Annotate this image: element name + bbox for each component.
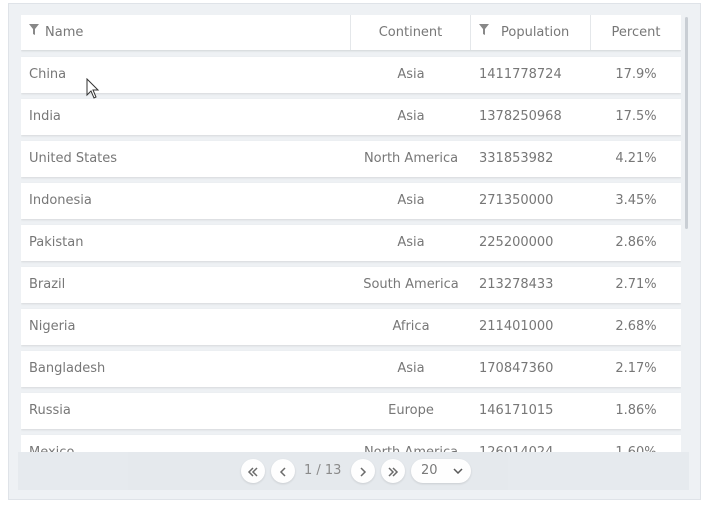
column-header-population[interactable]: Population: [471, 15, 591, 50]
column-header-continent[interactable]: Continent: [351, 15, 471, 50]
cell-population: 170847360: [479, 361, 554, 376]
cell-population: 225200000: [479, 235, 554, 250]
table-row[interactable]: Indonesia Asia 271350000 3.45%: [21, 183, 681, 219]
table-row[interactable]: India Asia 1378250968 17.5%: [21, 99, 681, 135]
table-row[interactable]: United States North America 331853982 4.…: [21, 141, 681, 177]
cell-continent: North America: [351, 435, 471, 452]
table-row[interactable]: Bangladesh Asia 170847360 2.17%: [21, 351, 681, 387]
table-row[interactable]: Pakistan Asia 225200000 2.86%: [21, 225, 681, 261]
cell-name: Russia: [29, 403, 71, 418]
cell-percent: 1.60%: [591, 435, 681, 452]
cell-percent: 2.71%: [615, 277, 657, 292]
cell-continent: Asia: [397, 235, 425, 250]
chevron-right-icon: [359, 462, 367, 481]
cell-continent: Asia: [397, 67, 425, 82]
cell-population: 331853982: [479, 151, 554, 166]
table-row[interactable]: China Asia 1411778724 17.9%: [21, 57, 681, 93]
grid-header: Name Continent Population Percent: [21, 15, 681, 50]
data-grid: Name Continent Population Percent China …: [21, 15, 681, 452]
chevron-left-icon: [279, 462, 287, 481]
filter-icon[interactable]: [29, 15, 39, 49]
cell-name: Pakistan: [29, 235, 84, 250]
cell-percent: 2.17%: [615, 361, 657, 376]
column-header-label: Population: [501, 25, 570, 40]
cell-percent: 2.86%: [615, 235, 657, 250]
cell-name: India: [29, 109, 61, 124]
page-info: 1 / 13: [304, 463, 342, 478]
filter-icon[interactable]: [479, 15, 489, 49]
table-row[interactable]: Brazil South America 213278433 2.71%: [21, 267, 681, 303]
cell-name: China: [29, 67, 67, 82]
cell-population: 271350000: [479, 193, 554, 208]
cell-population: 1411778724: [479, 67, 562, 82]
cell-continent: Europe: [388, 403, 434, 418]
cell-continent: South America: [363, 277, 459, 292]
cell-population: 1378250968: [479, 109, 562, 124]
double-chevron-right-icon: [387, 462, 399, 481]
cell-continent: Asia: [397, 109, 425, 124]
cell-percent: 2.68%: [615, 319, 657, 334]
cell-population: 213278433: [479, 277, 554, 292]
cell-name: Bangladesh: [29, 361, 106, 376]
pager: 1 / 13 20: [18, 452, 689, 490]
table-row[interactable]: Mexico North America 126014024 1.60%: [21, 435, 681, 452]
page-size-value: 20: [421, 463, 438, 478]
vertical-scrollbar[interactable]: [685, 17, 688, 229]
table-row[interactable]: Russia Europe 146171015 1.86%: [21, 393, 681, 429]
cell-name: Brazil: [29, 277, 66, 292]
page-size-select[interactable]: 20: [411, 459, 471, 483]
last-page-button[interactable]: [381, 459, 405, 483]
column-header-name[interactable]: Name: [21, 15, 351, 50]
cell-name: Nigeria: [29, 319, 76, 334]
cell-name: Mexico: [21, 435, 351, 452]
cell-percent: 3.45%: [615, 193, 657, 208]
cell-continent: Asia: [397, 361, 425, 376]
cell-population: 146171015: [479, 403, 554, 418]
cell-percent: 17.9%: [615, 67, 657, 82]
cell-population: 126014024: [471, 435, 591, 452]
column-header-percent[interactable]: Percent: [591, 15, 681, 50]
cell-continent: Africa: [392, 319, 430, 334]
previous-page-button[interactable]: [271, 459, 295, 483]
cell-continent: North America: [363, 151, 459, 166]
cell-percent: 4.21%: [615, 151, 657, 166]
first-page-button[interactable]: [241, 459, 265, 483]
cell-name: United States: [29, 151, 118, 166]
mouse-pointer-icon: [86, 77, 100, 104]
column-header-label: Percent: [611, 25, 661, 40]
next-page-button[interactable]: [351, 459, 375, 483]
double-chevron-left-icon: [247, 462, 259, 481]
column-header-label: Name: [45, 25, 84, 40]
table-row[interactable]: Nigeria Africa 211401000 2.68%: [21, 309, 681, 345]
cell-population: 211401000: [479, 319, 554, 334]
cell-percent: 1.86%: [615, 403, 657, 418]
cell-percent: 17.5%: [615, 109, 657, 124]
cell-name: Indonesia: [29, 193, 92, 208]
cell-continent: Asia: [397, 193, 425, 208]
column-header-label: Continent: [378, 25, 443, 40]
